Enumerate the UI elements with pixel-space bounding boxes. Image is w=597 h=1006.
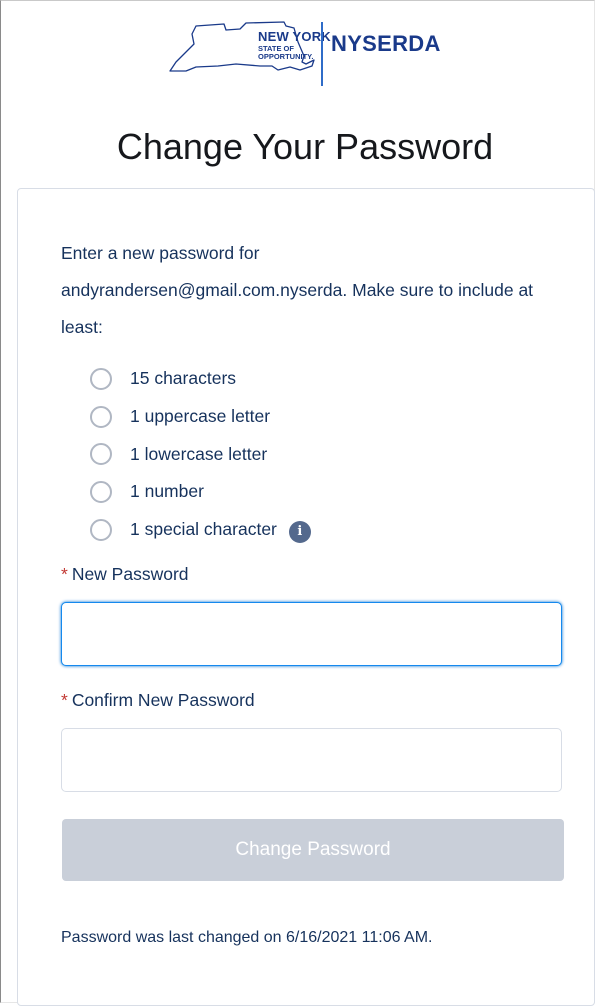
requirement-label: 1 uppercase letter (130, 406, 271, 427)
requirement-label: 1 lowercase letter (130, 443, 268, 464)
required-marker: * (61, 690, 68, 710)
requirement-unchecked-icon (90, 443, 112, 466)
required-marker: * (61, 564, 68, 584)
requirement-unchecked-icon (90, 518, 112, 541)
requirement-unchecked-icon (90, 367, 112, 390)
confirm-password-input[interactable] (61, 728, 562, 792)
logo-opportunity: OPPORTUNITY. (258, 52, 314, 61)
requirement-unchecked-icon (90, 480, 112, 503)
page-title: Change Your Password (116, 126, 494, 167)
confirm-password-label-text: Confirm New Password (71, 690, 255, 710)
logo-divider (321, 22, 323, 86)
logo-nyserda: NYSERDA (331, 31, 441, 56)
requirement-label: 1 special character (130, 519, 277, 540)
requirement-unchecked-icon (90, 405, 112, 428)
requirement-label: 15 characters (130, 368, 237, 389)
password-instructions: Enter a new password for andyrandersen@gm… (61, 235, 561, 346)
logo-ny-text: NEW YORK STATE OF OPPORTUNITY. (258, 30, 331, 61)
requirement-item: 1 special character i (90, 511, 311, 549)
requirement-item: 1 uppercase letter (90, 398, 311, 436)
requirement-item: 15 characters (90, 360, 311, 398)
requirement-item: 1 number (90, 473, 311, 511)
info-icon[interactable]: i (288, 520, 311, 543)
requirement-item: 1 lowercase letter (90, 435, 311, 473)
password-requirements-list: 15 characters 1 uppercase letter 1 lower… (90, 360, 311, 548)
confirm-password-label: * Confirm New Password (61, 690, 255, 711)
new-password-label: * New Password (61, 564, 189, 585)
new-password-label-text: New Password (71, 564, 189, 584)
username-text: andyrandersen@gmail.com.nyserda (61, 280, 343, 300)
last-changed-text: Password was last changed on 6/16/2021 1… (61, 929, 433, 946)
change-password-button[interactable]: Change Password (62, 819, 564, 881)
new-password-input[interactable] (61, 602, 562, 666)
instructions-prefix: Enter a new password for (61, 243, 260, 263)
requirement-label: 1 number (130, 481, 204, 502)
logo-new-york: NEW YORK (258, 29, 331, 44)
